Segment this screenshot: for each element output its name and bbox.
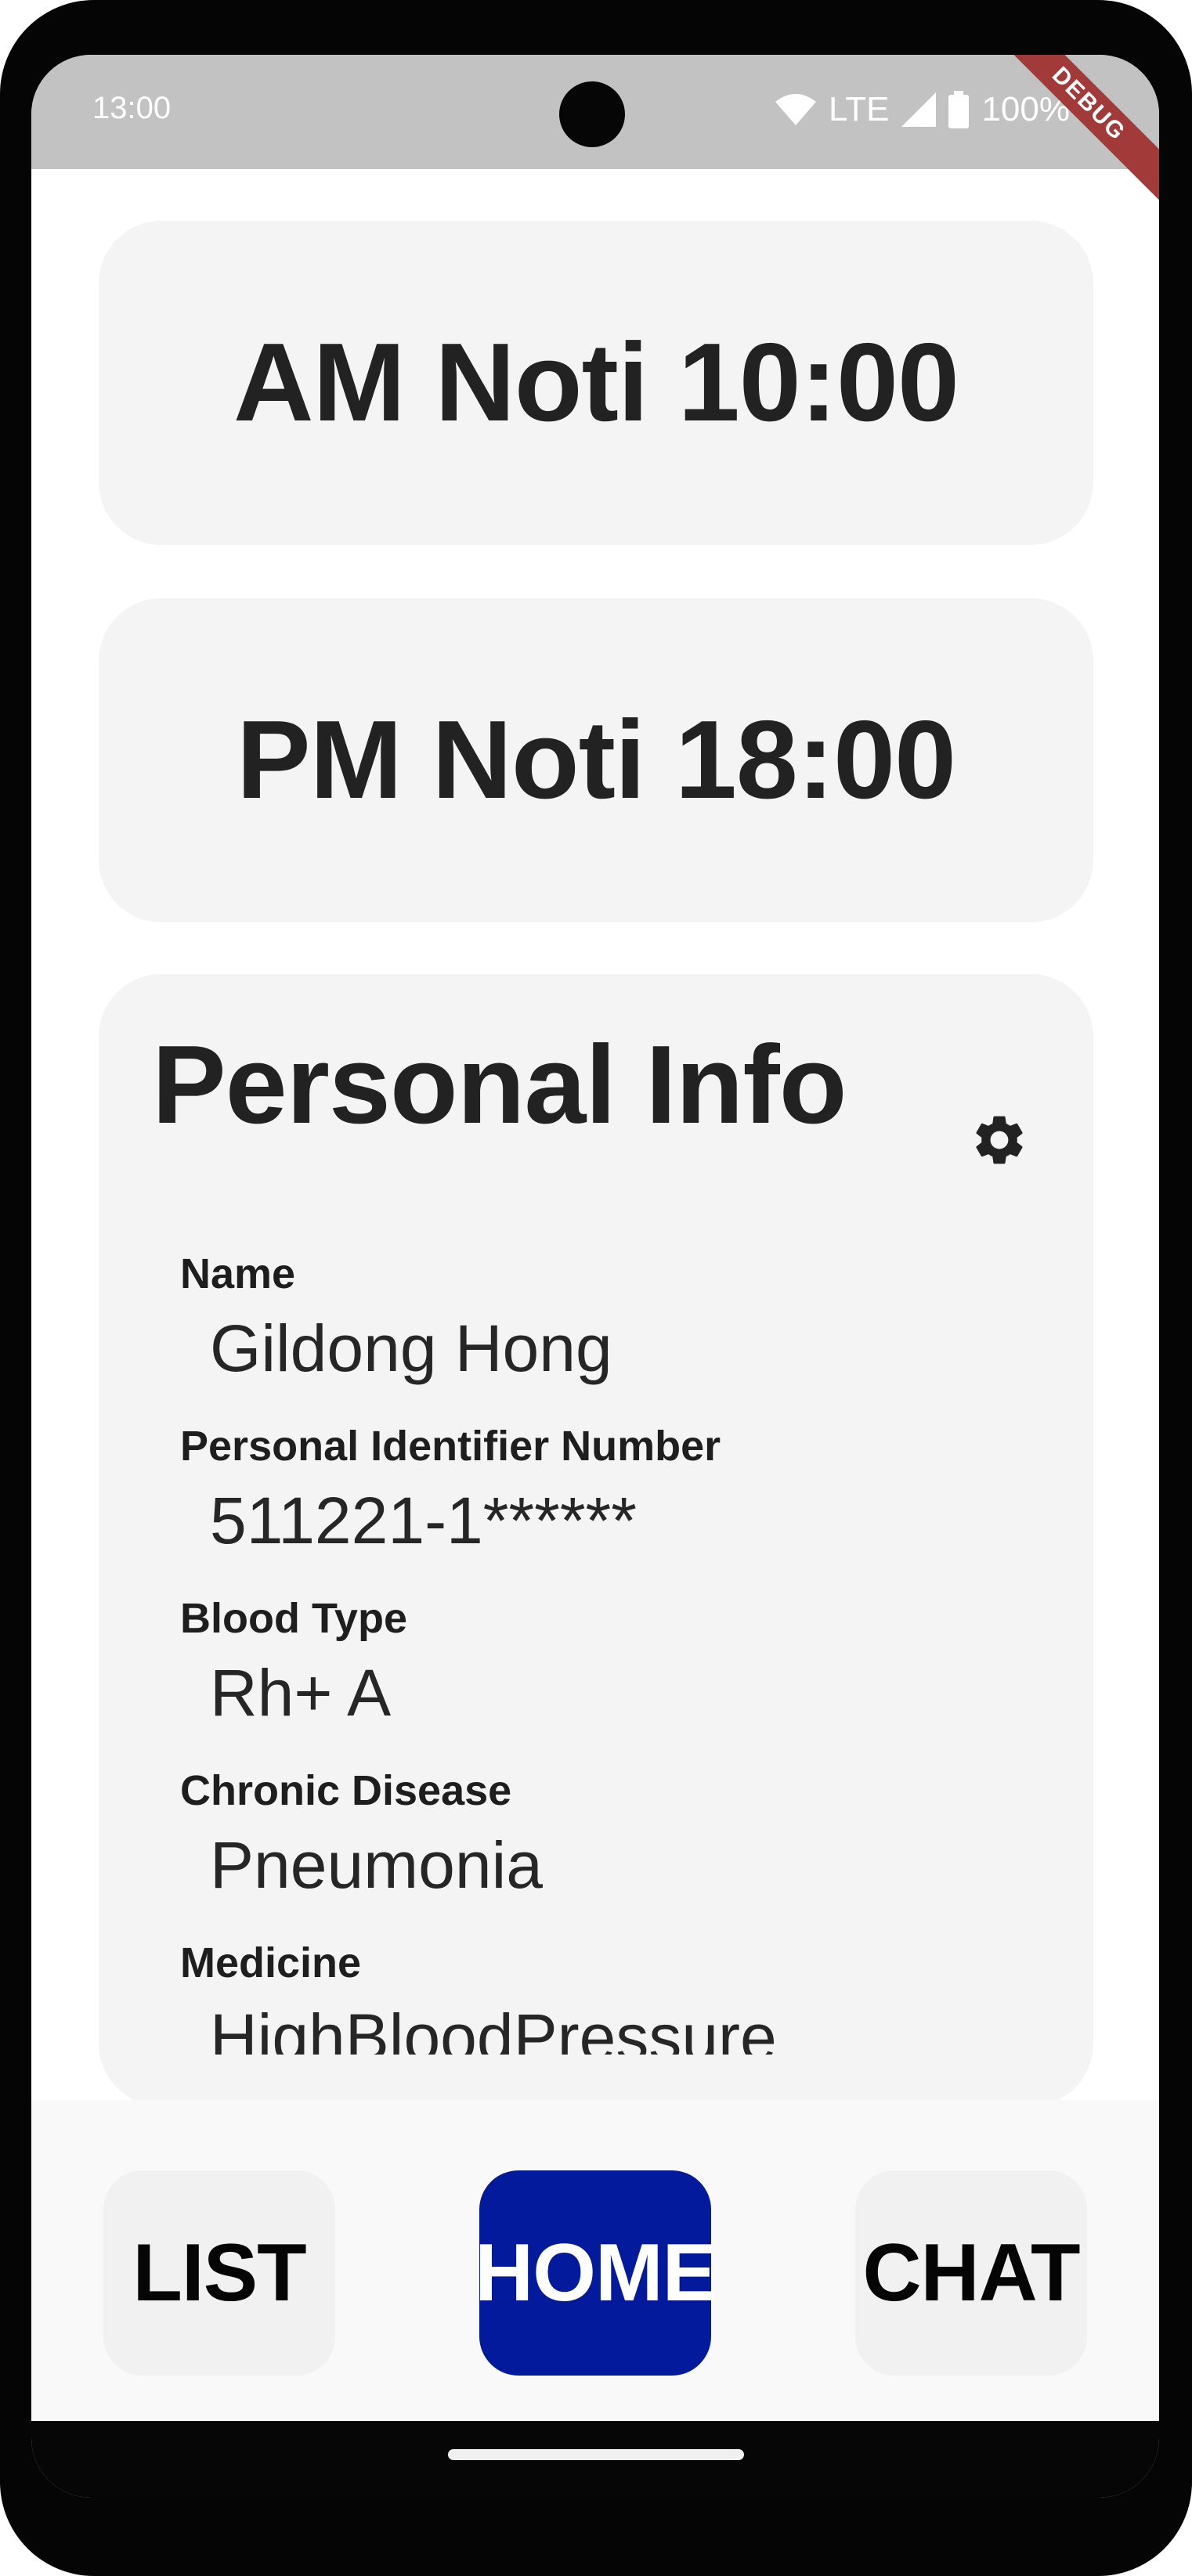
chronic-disease-value: Pneumonia [210, 1828, 543, 1902]
front-camera [559, 81, 625, 147]
gear-icon[interactable] [970, 1110, 1029, 1170]
am-notification-time: AM Noti 10:00 [233, 320, 959, 445]
network-label: LTE [829, 90, 890, 128]
status-time: 13:00 [92, 91, 172, 125]
pm-notification-time: PM Noti 18:00 [236, 698, 956, 822]
am-notification-card[interactable]: AM Noti 10:00 [99, 221, 1093, 545]
status-icons: LTE 100% [775, 88, 1070, 132]
medicine-label: Medicine [180, 1939, 362, 1986]
personal-id-value: 511221-1****** [210, 1484, 637, 1557]
chat-button[interactable]: CHAT [855, 2170, 1087, 2376]
blood-type-value: Rh+ A [210, 1656, 392, 1730]
personal-info-title: Personal Info [152, 1023, 847, 1147]
battery-icon [948, 91, 970, 128]
list-button[interactable]: LIST [103, 2170, 335, 2376]
blood-type-label: Blood Type [180, 1595, 407, 1642]
system-gesture-area [31, 2421, 1159, 2498]
home-gesture-bar[interactable] [448, 2449, 744, 2460]
name-value: Gildong Hong [210, 1311, 612, 1385]
app-screen: 13:00 LTE 100% DEBUG AM Noti 10:00 PM No… [31, 55, 1159, 2498]
wifi-icon [775, 94, 816, 125]
personal-info-scroll[interactable]: Personal Info Name Gildong Hong Personal… [99, 974, 1093, 2055]
personal-info-list: Name Gildong Hong Personal Identifier Nu… [180, 1247, 1057, 2055]
personal-info-card: Personal Info Name Gildong Hong Personal… [99, 974, 1093, 2106]
home-button[interactable]: HOME [475, 2170, 717, 2376]
signal-icon [901, 92, 937, 127]
chronic-disease-label: Chronic Disease [180, 1767, 512, 1814]
device-frame: 13:00 LTE 100% DEBUG AM Noti 10:00 PM No… [0, 0, 1192, 2576]
name-label: Name [180, 1250, 296, 1297]
status-bar: 13:00 LTE 100% DEBUG [31, 55, 1159, 200]
personal-id-label: Personal Identifier Number [180, 1423, 721, 1470]
bottom-navigation: LIST HOME CHAT [31, 2100, 1159, 2421]
pm-notification-card[interactable]: PM Noti 18:00 [99, 598, 1093, 922]
medicine-value: HighBloodPressure [210, 2001, 777, 2055]
